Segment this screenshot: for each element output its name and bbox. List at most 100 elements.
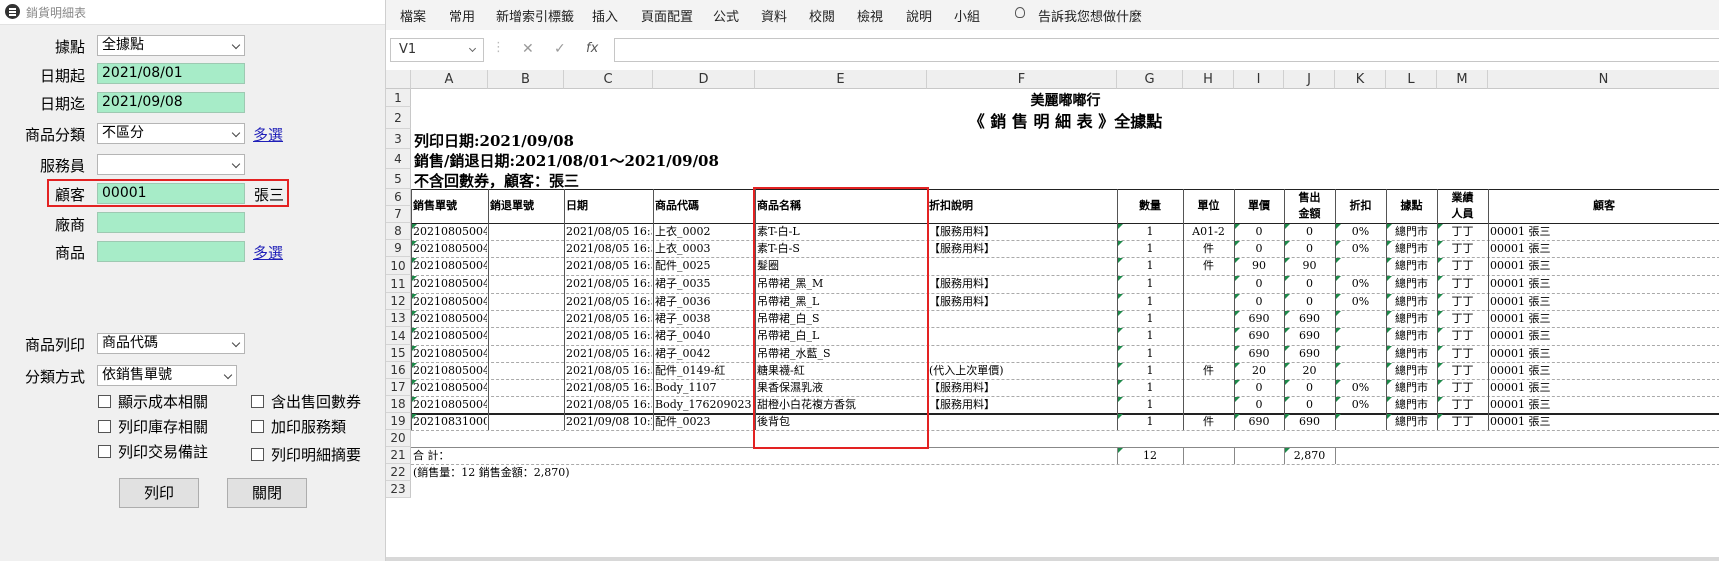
error-indicator-icon [412, 328, 417, 333]
tab-view[interactable]: 檢視 [857, 6, 883, 25]
insert-function-icon[interactable]: fx [586, 41, 598, 56]
staff-select[interactable] [97, 154, 245, 175]
header-staff-line1: 業績 [1451, 191, 1474, 204]
tab-page-layout[interactable]: 頁面配置 [641, 6, 693, 25]
row-header-6[interactable]: 6 [386, 189, 411, 206]
enter-icon[interactable]: ✓ [554, 41, 566, 57]
column-header-B[interactable]: B [488, 70, 564, 89]
row-header-3[interactable]: 3 [386, 129, 411, 149]
print-by-select[interactable]: 商品代碼 [97, 333, 245, 354]
checkbox-print-summary[interactable]: 列印明細摘要 [251, 444, 361, 465]
name-box[interactable]: V1 [390, 38, 484, 62]
product-multi-select-link[interactable]: 多選 [253, 242, 283, 263]
column-header-K[interactable]: K [1335, 70, 1386, 89]
product-field[interactable] [97, 241, 245, 262]
error-indicator-icon [412, 224, 417, 229]
tell-me-box[interactable]: 告訴我您想做什麼 [1038, 6, 1142, 25]
cancel-icon[interactable]: ✕ [522, 41, 534, 57]
report-title: 《 銷 售 明 細 表 》全據點 [968, 112, 1163, 131]
row-header-18[interactable]: 18 [386, 396, 411, 413]
checkbox-box[interactable] [98, 445, 111, 458]
category-multi-select-link[interactable]: 多選 [253, 124, 283, 145]
cell-product-code: 上衣_0002 [655, 225, 711, 238]
column-header-I[interactable]: I [1234, 70, 1284, 89]
column-header-J[interactable]: J [1284, 70, 1335, 89]
date-to-field[interactable]: 2021/09/08 [97, 92, 245, 113]
category-select[interactable]: 不區分 [97, 123, 245, 144]
row-header-9[interactable]: 9 [386, 240, 411, 257]
row-header-11[interactable]: 11 [386, 275, 411, 293]
tab-insert[interactable]: 插入 [592, 6, 618, 25]
group-by-select[interactable]: 依銷售單號 [97, 365, 237, 386]
column-header-A[interactable]: A [411, 70, 488, 89]
row-header-20[interactable]: 20 [386, 430, 411, 447]
cell-discount: 0% [1351, 398, 1370, 411]
row-header-16[interactable]: 16 [386, 362, 411, 379]
select-all-corner[interactable] [386, 70, 411, 89]
row-header-5[interactable]: 5 [386, 169, 411, 189]
error-indicator-icon [1285, 448, 1290, 453]
checkbox-box[interactable] [98, 420, 111, 433]
column-header-H[interactable]: H [1183, 70, 1234, 89]
cell-product-code: 上衣_0003 [655, 242, 711, 255]
checkbox-box[interactable] [251, 448, 264, 461]
error-indicator-icon [1285, 276, 1290, 281]
row-header-7[interactable]: 7 [386, 206, 411, 223]
tab-file[interactable]: 檔案 [400, 6, 426, 25]
checkbox-box[interactable] [251, 395, 264, 408]
row-header-13[interactable]: 13 [386, 310, 411, 327]
tab-data[interactable]: 資料 [761, 6, 787, 25]
error-indicator-icon [1336, 258, 1341, 263]
column-header-L[interactable]: L [1386, 70, 1437, 89]
row-header-4[interactable]: 4 [386, 149, 411, 169]
date-from-field[interactable]: 2021/08/01 [97, 63, 245, 84]
checkbox-box[interactable] [251, 420, 264, 433]
error-indicator-icon [1285, 311, 1290, 316]
row-header-22[interactable]: 22 [386, 464, 411, 481]
close-button[interactable]: 關閉 [227, 478, 307, 508]
tab-review[interactable]: 校閱 [809, 6, 835, 25]
error-indicator-icon [1336, 328, 1341, 333]
row-header-15[interactable]: 15 [386, 345, 411, 362]
row-header-10[interactable]: 10 [386, 257, 411, 275]
tab-new[interactable]: 新增索引標籤 [496, 6, 574, 25]
tab-team[interactable]: 小組 [954, 6, 980, 25]
row-header-8[interactable]: 8 [386, 223, 411, 240]
vendor-field[interactable] [97, 212, 245, 233]
column-header-D[interactable]: D [653, 70, 755, 89]
row-header-2[interactable]: 2 [386, 107, 411, 129]
row-header-12[interactable]: 12 [386, 293, 411, 310]
row-header-17[interactable]: 17 [386, 379, 411, 396]
column-border [1335, 447, 1336, 464]
row-header-19[interactable]: 19 [386, 413, 411, 430]
error-indicator-icon [1285, 397, 1290, 402]
row-header-23[interactable]: 23 [386, 481, 411, 498]
checkbox-print-stock[interactable]: 列印庫存相關 [98, 416, 208, 437]
row-header-14[interactable]: 14 [386, 327, 411, 345]
site-select[interactable]: 全據點 [97, 35, 245, 56]
column-header-N[interactable]: N [1488, 70, 1719, 89]
error-indicator-icon [1336, 363, 1341, 368]
column-header-M[interactable]: M [1437, 70, 1488, 89]
checkbox-include-tickets[interactable]: 含出售回數券 [251, 391, 361, 412]
column-header-E[interactable]: E [755, 70, 927, 89]
column-header-G[interactable]: G [1117, 70, 1183, 89]
checkbox-box[interactable] [98, 395, 111, 408]
row-header-1[interactable]: 1 [386, 89, 411, 107]
cell-amount: 20 [1302, 364, 1317, 377]
app-menu-icon[interactable] [5, 4, 20, 19]
checkbox-add-service[interactable]: 加印服務類 [251, 416, 346, 437]
formula-input[interactable] [614, 38, 1719, 62]
worksheet-grid[interactable]: A B C D E F G H I J K L M N 1 2 3 4 5 6 7 8 9 10 11 12 13 14 15 16 17 1… [386, 70, 1719, 561]
checkbox-show-cost[interactable]: 顯示成本相關 [98, 391, 208, 412]
column-header-C[interactable]: C [564, 70, 653, 89]
row-header-21[interactable]: 21 [386, 447, 411, 464]
tab-help[interactable]: 說明 [906, 6, 932, 25]
tab-home[interactable]: 常用 [449, 6, 475, 25]
column-header-F[interactable]: F [927, 70, 1117, 89]
tab-formulas[interactable]: 公式 [713, 6, 739, 25]
error-indicator-icon [1387, 397, 1392, 402]
print-button[interactable]: 列印 [119, 478, 199, 508]
total-label: 合 計： [413, 449, 450, 462]
checkbox-print-remarks[interactable]: 列印交易備註 [98, 441, 208, 462]
